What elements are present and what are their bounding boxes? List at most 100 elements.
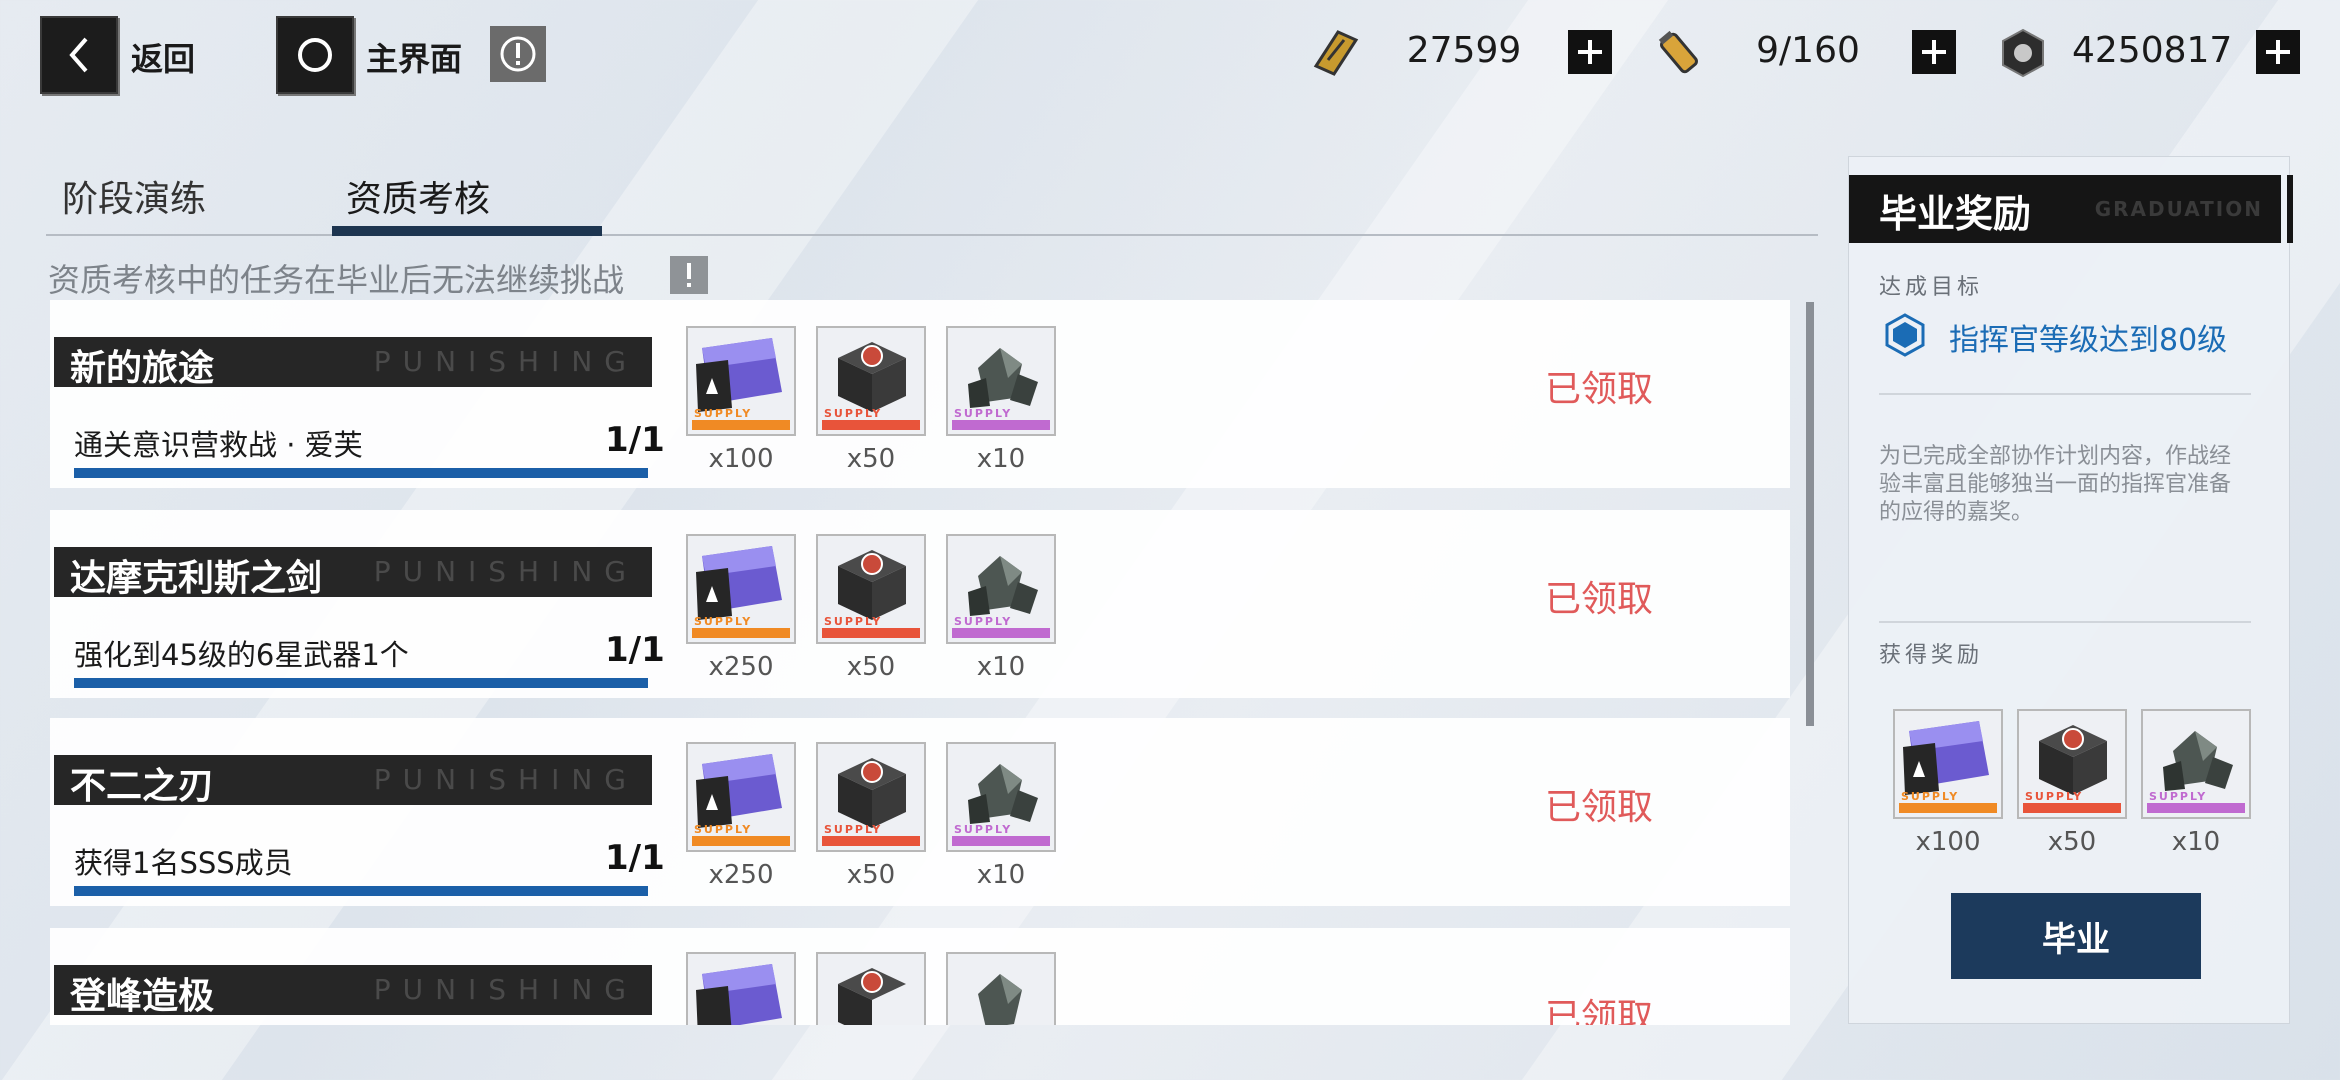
circle-icon bbox=[298, 38, 332, 72]
supply-text: SUPPLY bbox=[694, 823, 753, 836]
task-progress-bar bbox=[74, 468, 648, 478]
supply-crystal-icon bbox=[946, 952, 1056, 1025]
graduate-button[interactable]: 毕业 bbox=[1951, 893, 2201, 979]
supply-text: SUPPLY bbox=[824, 615, 883, 628]
task-title-bar: 新的旅途 PUNISHING bbox=[54, 337, 652, 389]
punishing-watermark: PUNISHING bbox=[373, 345, 638, 378]
rarity-strip bbox=[1899, 803, 1997, 813]
rarity-strip bbox=[952, 836, 1050, 846]
reward-item[interactable]: SUPPLY x10 bbox=[946, 326, 1056, 474]
task-list[interactable]: 新的旅途 PUNISHING 通关意识营救战 · 爱芙 1/1 SUPPLY x… bbox=[50, 300, 1790, 1025]
supply-box-icon: SUPPLY bbox=[2017, 709, 2127, 819]
supply-box-icon: SUPPLY bbox=[816, 742, 926, 852]
task-description: 通关意识营救战 · 爱芙 bbox=[74, 428, 363, 462]
rarity-strip bbox=[822, 836, 920, 846]
chevron-left-icon bbox=[69, 37, 88, 73]
home-label[interactable]: 主界面 bbox=[366, 34, 462, 80]
panel-description: 为已完成全部协作计划内容，作战经验丰富且能够独当一面的指挥官准备的应得的嘉奖。 bbox=[1879, 444, 2232, 525]
reward-item[interactable]: SUPPLY x50 bbox=[816, 326, 926, 474]
task-title-bar: 不二之刃 PUNISHING bbox=[54, 755, 652, 807]
hexagon-icon bbox=[1885, 313, 1925, 357]
scrollbar[interactable] bbox=[1806, 302, 1814, 726]
panel-header: 毕业奖励 GRADUATION bbox=[1849, 175, 2293, 243]
supply-card-icon: SUPPLY bbox=[686, 326, 796, 436]
reward-item[interactable]: SUPPLY x100 bbox=[1893, 709, 2003, 857]
task-title: 不二之刃 bbox=[70, 766, 215, 807]
claimed-status: 已领取 bbox=[1545, 579, 1654, 620]
supply-crystal-icon: SUPPLY bbox=[2141, 709, 2251, 819]
back-label[interactable]: 返回 bbox=[131, 34, 195, 80]
supply-card-icon: SUPPLY bbox=[1893, 709, 2003, 819]
reward-item[interactable] bbox=[686, 952, 796, 1025]
reward-item[interactable]: SUPPLY x50 bbox=[816, 534, 926, 682]
task-title: 登峰造极 bbox=[70, 976, 215, 1017]
tab-stage-drill[interactable]: 阶段演练 bbox=[62, 170, 206, 222]
header-edge-stripe bbox=[2287, 175, 2293, 243]
supply-text: SUPPLY bbox=[694, 615, 753, 628]
rarity-strip bbox=[822, 420, 920, 430]
supply-crystal-icon: SUPPLY bbox=[946, 534, 1056, 644]
header-edge-stripe bbox=[2275, 175, 2281, 243]
supply-card-icon: SUPPLY bbox=[686, 534, 796, 644]
reward-item[interactable]: SUPPLY x250 bbox=[686, 534, 796, 682]
serum-value: 9/160 bbox=[1756, 30, 1860, 71]
claimed-status: 已领取 bbox=[1545, 997, 1654, 1025]
supply-card-icon bbox=[686, 952, 796, 1025]
task-title: 达摩克利斯之剑 bbox=[70, 558, 323, 599]
reward-item[interactable]: SUPPLY x250 bbox=[686, 742, 796, 890]
reward-qty: x50 bbox=[846, 444, 896, 474]
panel-divider bbox=[1879, 621, 2251, 623]
rarity-strip bbox=[2147, 803, 2245, 813]
reward-item[interactable]: SUPPLY x100 bbox=[686, 326, 796, 474]
rarity-strip bbox=[692, 628, 790, 638]
reward-item[interactable]: SUPPLY x50 bbox=[816, 742, 926, 890]
supply-text: SUPPLY bbox=[824, 823, 883, 836]
goal-text: 指挥官等级达到80级 bbox=[1949, 323, 2228, 358]
supply-text: SUPPLY bbox=[694, 407, 753, 420]
add-coin-button[interactable] bbox=[2256, 30, 2300, 74]
exclamation-icon[interactable] bbox=[670, 256, 708, 294]
coin-value: 4250817 bbox=[2072, 30, 2233, 71]
supply-text: SUPPLY bbox=[954, 407, 1013, 420]
task-title-bar: 达摩克利斯之剑 PUNISHING bbox=[54, 547, 652, 599]
rarity-strip bbox=[952, 420, 1050, 430]
reward-item[interactable]: SUPPLY x10 bbox=[946, 534, 1056, 682]
reward-qty: x250 bbox=[708, 860, 774, 890]
rarity-strip bbox=[692, 836, 790, 846]
tab-divider bbox=[46, 234, 1818, 236]
top-bar: 返回 主界面 27599 9/160 4250817 bbox=[0, 0, 2340, 110]
reward-item[interactable]: SUPPLY x50 bbox=[2017, 709, 2127, 857]
home-button[interactable] bbox=[276, 16, 354, 94]
info-button[interactable] bbox=[490, 26, 546, 82]
task-card: 达摩克利斯之剑 PUNISHING 强化到45级的6星武器1个 1/1 SUPP… bbox=[50, 510, 1790, 698]
reward-qty: x100 bbox=[708, 444, 774, 474]
reward-qty: x50 bbox=[846, 652, 896, 682]
reward-qty: x10 bbox=[976, 860, 1026, 890]
supply-card-icon: SUPPLY bbox=[686, 742, 796, 852]
reward-qty: x50 bbox=[2047, 827, 2097, 857]
rarity-strip bbox=[2023, 803, 2121, 813]
task-card: 新的旅途 PUNISHING 通关意识营救战 · 爱芙 1/1 SUPPLY x… bbox=[50, 300, 1790, 488]
graduation-panel: 毕业奖励 GRADUATION 达成目标 指挥官等级达到80级 为已完成全部协作… bbox=[1848, 156, 2293, 1024]
tab-active-indicator bbox=[332, 226, 602, 236]
reward-qty: x10 bbox=[2171, 827, 2221, 857]
reward-item[interactable]: SUPPLY x10 bbox=[946, 742, 1056, 890]
gold-value: 27599 bbox=[1406, 30, 1522, 71]
task-progress-bar bbox=[74, 886, 648, 896]
tab-qualification[interactable]: 资质考核 bbox=[346, 170, 490, 222]
add-gold-button[interactable] bbox=[1568, 30, 1612, 74]
claimed-status: 已领取 bbox=[1545, 369, 1654, 410]
back-button[interactable] bbox=[40, 16, 118, 94]
supply-text: SUPPLY bbox=[824, 407, 883, 420]
task-title-bar: 登峰造极 PUNISHING bbox=[54, 965, 652, 1017]
supply-crystal-icon: SUPPLY bbox=[946, 742, 1056, 852]
reward-item[interactable] bbox=[816, 952, 926, 1025]
add-serum-button[interactable] bbox=[1912, 30, 1956, 74]
panel-title: 毕业奖励 bbox=[1879, 192, 2032, 236]
reward-item[interactable]: SUPPLY x10 bbox=[2141, 709, 2251, 857]
reward-item[interactable] bbox=[946, 952, 1056, 1025]
task-progress-bar bbox=[74, 678, 648, 688]
task-card: 登峰造极 PUNISHING 已领取 bbox=[50, 928, 1790, 1025]
reward-qty: x250 bbox=[708, 652, 774, 682]
supply-crystal-icon: SUPPLY bbox=[946, 326, 1056, 436]
